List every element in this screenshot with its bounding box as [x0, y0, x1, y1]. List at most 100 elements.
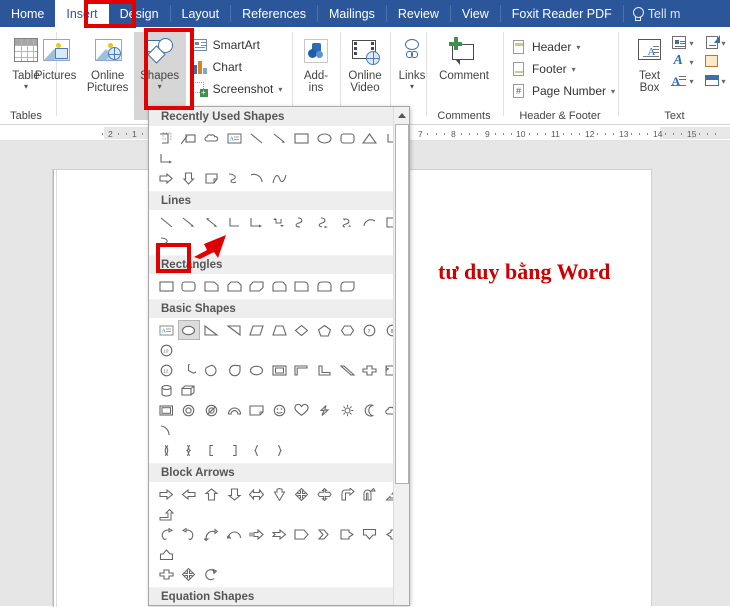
shape-donut[interactable]	[178, 400, 201, 420]
shape-bent-arrow[interactable]	[336, 484, 359, 504]
tab-references[interactable]: References	[231, 0, 317, 27]
chevron-down-icon[interactable]: ▾	[689, 39, 693, 48]
shape-diamond[interactable]	[291, 320, 314, 340]
shape-pentagon-arrow[interactable]	[291, 524, 314, 544]
shape-curved-right-arrow[interactable]	[155, 524, 178, 544]
shape-oval[interactable]	[177, 320, 201, 340]
shape-decagon[interactable]: 10	[155, 340, 178, 360]
shape-snip-diagonal-corner-rectangle[interactable]	[245, 276, 268, 296]
shape-right-triangle-2[interactable]	[223, 320, 246, 340]
shape-smiley-face[interactable]	[268, 400, 291, 420]
shape-left-brace-single[interactable]	[245, 440, 268, 460]
chevron-down-icon[interactable]: ▾	[722, 77, 726, 86]
shape-round-single-corner-rectangle[interactable]	[291, 276, 314, 296]
shape-right-bracket-single[interactable]	[223, 440, 246, 460]
shape-snip-same-side-corner-rectangle[interactable]	[223, 276, 246, 296]
shape-rounded-rectangle[interactable]	[336, 128, 359, 148]
shape-line-double-arrow[interactable]	[200, 212, 223, 232]
shape-heart[interactable]	[291, 400, 314, 420]
shape-curve[interactable]	[268, 168, 291, 188]
footer-button[interactable]: Footer ▾	[509, 58, 617, 80]
shape-curved-left-arrow[interactable]	[178, 524, 201, 544]
shape-hexagon[interactable]	[336, 320, 359, 340]
tab-view[interactable]: View	[451, 0, 500, 27]
shape-curved-down-arrow[interactable]	[223, 524, 246, 544]
shape-heptagon[interactable]: 7	[358, 320, 381, 340]
signature-line-icon[interactable]	[704, 35, 720, 51]
shape-quad-arrow[interactable]	[178, 564, 201, 584]
shape-right-triangle[interactable]	[200, 320, 223, 340]
shape-curve[interactable]	[358, 212, 381, 232]
shape-snip-single-corner-rectangle[interactable]	[200, 276, 223, 296]
shape-l-shape[interactable]	[291, 360, 314, 380]
tab-home[interactable]: Home	[0, 0, 55, 27]
shapes-gallery-dropdown[interactable]: Recently Used Shapes A Lines Rectangles …	[148, 106, 410, 606]
shape-rectangle[interactable]	[291, 128, 314, 148]
shape-corner[interactable]	[313, 360, 336, 380]
object-icon[interactable]	[704, 73, 720, 89]
shape-folded-corner[interactable]	[200, 168, 223, 188]
shape-curved-connector[interactable]	[291, 212, 314, 232]
chevron-down-icon[interactable]: ▾	[689, 77, 693, 86]
shape-up-arrow-callout[interactable]	[155, 544, 178, 564]
shape-parallelogram[interactable]	[245, 320, 268, 340]
shape-lightning-bolt[interactable]	[313, 400, 336, 420]
shape-snip-and-round-single-corner-rectangle[interactable]	[268, 276, 291, 296]
shape-line-arrow[interactable]	[178, 212, 201, 232]
scrollbar-thumb[interactable]	[395, 124, 409, 484]
shape-text-box[interactable]: A	[223, 128, 246, 148]
shape-curved-up-arrow[interactable]	[200, 524, 223, 544]
shape-elbow-arrow-connector[interactable]	[245, 212, 268, 232]
chevron-down-icon[interactable]: ▾	[689, 58, 693, 67]
shape-cloud[interactable]	[200, 128, 223, 148]
shape-oval[interactable]	[313, 128, 336, 148]
tell-me-box[interactable]: Tell m	[624, 0, 689, 27]
shape-half-frame[interactable]	[268, 360, 291, 380]
shape-recent-line-rect[interactable]	[178, 128, 201, 148]
shape-arc[interactable]	[155, 420, 178, 440]
shape-frame[interactable]	[245, 360, 268, 380]
shape-line[interactable]	[155, 212, 178, 232]
shape-up-down-arrow[interactable]	[268, 484, 291, 504]
smartart-button[interactable]: SmartArt	[190, 34, 285, 56]
shape-right-arrow-callout[interactable]	[336, 524, 359, 544]
shape-chevron[interactable]	[313, 524, 336, 544]
shape-right-arrow[interactable]	[155, 168, 178, 188]
shape-curved-double-arrow-connector[interactable]	[336, 212, 359, 232]
shape-line-arrow[interactable]	[268, 128, 291, 148]
pictures-button[interactable]: Pictures	[30, 32, 82, 82]
shape-trapezoid[interactable]	[268, 320, 291, 340]
shapes-panel-scrollbar[interactable]	[393, 107, 409, 605]
chart-button[interactable]: Chart	[190, 56, 285, 78]
shape-rectangle[interactable]	[155, 276, 178, 296]
tab-mailings[interactable]: Mailings	[318, 0, 386, 27]
tab-insert[interactable]: Insert	[55, 0, 109, 27]
shape-can[interactable]	[155, 380, 178, 400]
shape-cross[interactable]	[358, 360, 381, 380]
word-art-icon[interactable]: A	[671, 54, 687, 70]
online-video-button[interactable]: Online Video	[339, 32, 391, 94]
shape-left-arrow[interactable]	[178, 484, 201, 504]
date-time-icon[interactable]	[704, 54, 720, 70]
page-number-button[interactable]: # Page Number ▾	[509, 80, 617, 102]
tab-foxit-reader-pdf[interactable]: Foxit Reader PDF	[501, 0, 623, 27]
comment-button[interactable]: Comment	[427, 32, 501, 82]
shape-bent-up-arrow[interactable]	[155, 504, 178, 524]
header-button[interactable]: Header ▾	[509, 36, 617, 58]
shape-striped-right-arrow[interactable]	[245, 524, 268, 544]
shape-cube[interactable]	[178, 380, 201, 400]
shape-right-arrow[interactable]	[155, 484, 178, 504]
shape-right-brace-single[interactable]	[268, 440, 291, 460]
online-pictures-button[interactable]: Online Pictures	[82, 32, 134, 94]
shape-bevel[interactable]	[155, 400, 178, 420]
shape-scribble[interactable]	[155, 232, 178, 252]
shape-left-brace[interactable]	[178, 440, 201, 460]
shape-moon[interactable]	[358, 400, 381, 420]
chevron-down-icon[interactable]: ▾	[722, 39, 726, 48]
shape-left-bracket[interactable]	[155, 440, 178, 460]
tab-design[interactable]: Design	[109, 0, 170, 27]
shape-line[interactable]	[245, 128, 268, 148]
tab-layout[interactable]: Layout	[171, 0, 231, 27]
shape-folded-corner[interactable]	[245, 400, 268, 420]
shape-no-symbol[interactable]	[200, 400, 223, 420]
